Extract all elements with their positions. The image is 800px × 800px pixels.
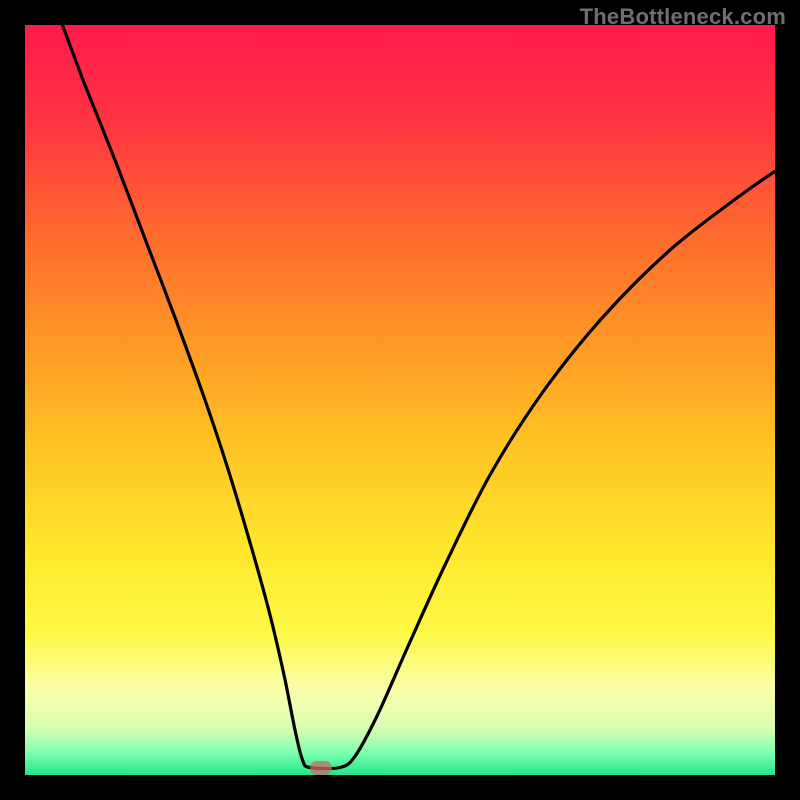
bottleneck-curve xyxy=(25,25,775,775)
chart-frame: TheBottleneck.com xyxy=(0,0,800,800)
optimum-marker xyxy=(310,761,332,775)
plot-area xyxy=(25,25,775,775)
watermark-text: TheBottleneck.com xyxy=(580,4,786,30)
